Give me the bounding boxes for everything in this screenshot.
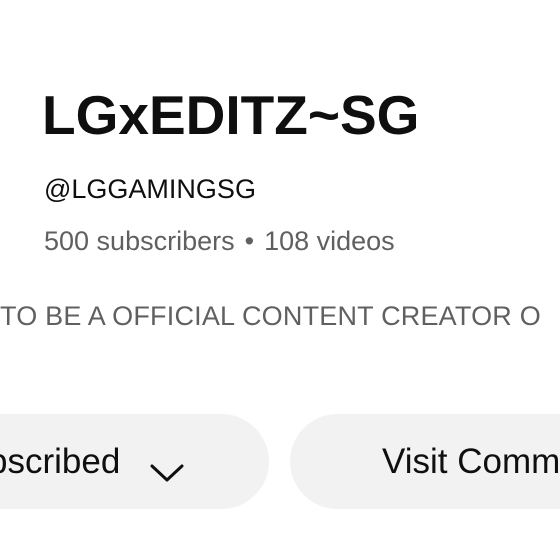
channel-handle: @LGGAMINGSG <box>44 174 256 204</box>
subscribed-label: bscribed <box>0 441 121 481</box>
subscriber-count: 500 subscribers <box>44 226 235 256</box>
chevron-down-icon <box>150 452 184 481</box>
channel-description[interactable]: TO BE A OFFICIAL CONTENT CREATOR O <box>0 303 541 330</box>
channel-name: LGxEDITZ~SG <box>42 84 420 146</box>
channel-stats: 500 subscribers • 108 videos <box>44 228 395 255</box>
subscribed-button[interactable]: bscribed <box>0 414 269 509</box>
stats-separator: • <box>244 226 255 256</box>
channel-header: LGxEDITZ~SG @LGGAMINGSG 500 subscribers •… <box>0 0 560 560</box>
video-count: 108 videos <box>264 226 395 256</box>
visit-community-button[interactable]: Visit Comm <box>290 414 560 509</box>
visit-community-label: Visit Comm <box>382 441 560 481</box>
